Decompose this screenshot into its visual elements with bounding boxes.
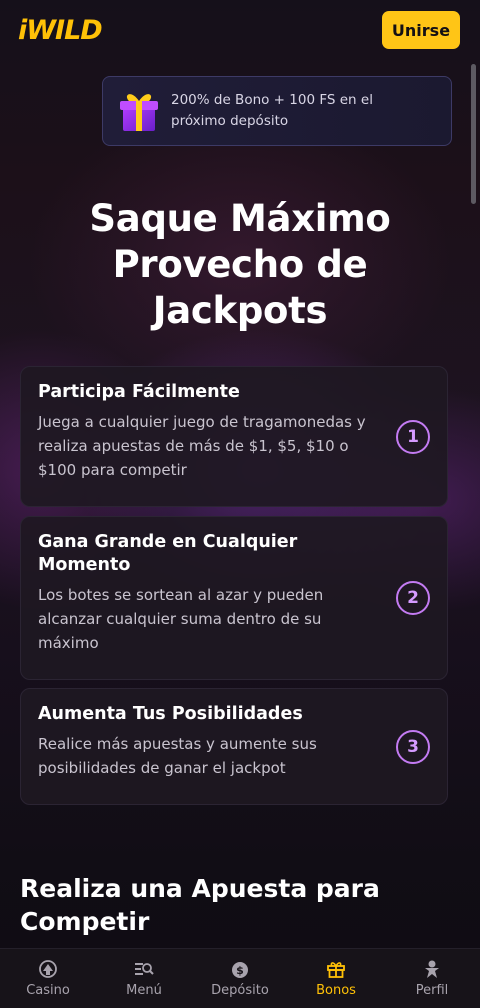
bottom-nav: Casino Menú $ Depósito Bonos Perfil	[0, 948, 480, 1008]
brand-logo[interactable]: iWILD	[18, 15, 103, 46]
nav-item-menu[interactable]: Menú	[96, 949, 192, 1008]
step-card-2: Gana Grande en Cualquier Momento Los bot…	[20, 516, 448, 680]
step-title: Gana Grande en Cualquier Momento	[38, 532, 298, 575]
nav-label: Casino	[26, 983, 70, 998]
deposit-icon: $	[232, 962, 248, 978]
step-card-1: Participa Fácilmente Juega a cualquier j…	[20, 366, 448, 507]
step-text: Realice más apuestas y aumente sus posib…	[38, 735, 317, 777]
nav-label: Bonos	[316, 983, 356, 998]
nav-item-deposit[interactable]: $ Depósito	[192, 949, 288, 1008]
promo-text: 200% de Bono + 100 FS en el próximo depó…	[171, 92, 373, 129]
nav-item-perfil[interactable]: Perfil	[384, 949, 480, 1008]
casino-icon	[39, 960, 57, 978]
step-card-3: Aumenta Tus Posibilidades Realice más ap…	[20, 688, 448, 805]
gift-icon	[120, 94, 158, 131]
nav-item-bonos[interactable]: Bonos	[288, 949, 384, 1008]
promo-banner[interactable]: 200% de Bono + 100 FS en el próximo depó…	[102, 76, 452, 146]
step-title: Aumenta Tus Posibilidades	[38, 704, 303, 724]
menu-search-icon	[135, 963, 154, 975]
scrollbar[interactable]	[471, 64, 476, 204]
step-number: 2	[396, 581, 430, 615]
nav-label: Depósito	[211, 983, 269, 998]
profile-icon	[425, 960, 439, 978]
gift-icon	[327, 962, 345, 978]
step-text: Los botes se sortean al azar y pueden al…	[38, 586, 324, 652]
step-number: 1	[396, 420, 430, 454]
nav-item-casino[interactable]: Casino	[0, 949, 96, 1008]
top-header: iWILD Unirse	[0, 0, 480, 60]
section-title: Realiza una Apuesta para Competir	[20, 874, 380, 936]
step-title: Participa Fácilmente	[38, 382, 240, 402]
svg-text:$: $	[236, 964, 244, 977]
join-button[interactable]: Unirse	[382, 11, 460, 49]
nav-label: Menú	[126, 983, 162, 998]
nav-label: Perfil	[415, 983, 449, 998]
page-title: Saque Máximo Provecho de Jackpots	[89, 197, 391, 332]
step-number: 3	[396, 730, 430, 764]
step-text: Juega a cualquier juego de tragamonedas …	[38, 413, 366, 479]
